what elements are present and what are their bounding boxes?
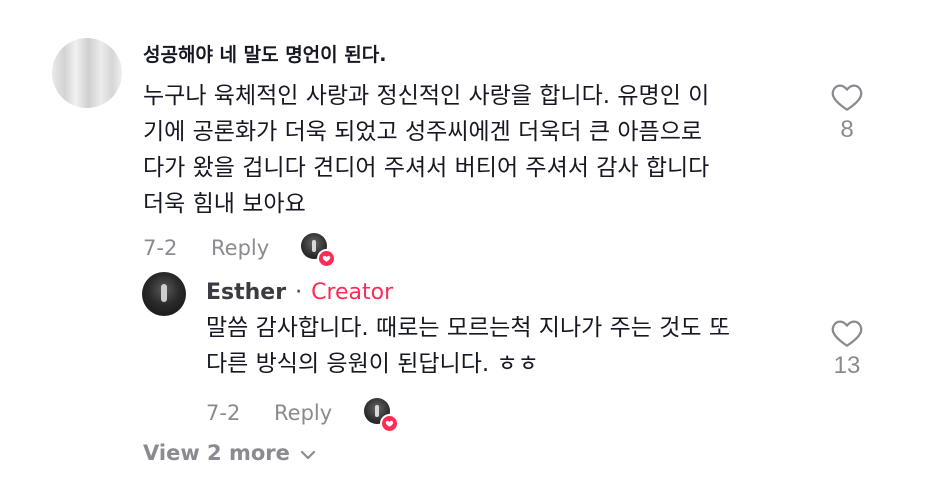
like-button[interactable]: 13 <box>826 318 868 380</box>
reply-header: Esther · Creator <box>206 280 393 305</box>
separator-dot: · <box>295 280 303 305</box>
like-count: 8 <box>840 116 854 143</box>
comment-text-line: 기에 공론화가 더욱 되었고 성주씨에겐 더욱더 큰 아픔으로 <box>143 119 703 145</box>
comment-text: 누구나 육체적인 사랑과 정신적인 사랑을 합니다. 유명인 이 기에 공론화가… <box>143 78 813 222</box>
creator-badge: Creator <box>311 280 394 305</box>
reply-username[interactable]: Esther <box>206 280 286 305</box>
reply-text: 말씀 감사합니다. 때로는 모르는척 지나가 주는 것도 또 다른 방식의 응원… <box>206 310 806 382</box>
like-button[interactable]: 8 <box>826 82 868 144</box>
reply-meta: 7-2 Reply <box>206 398 399 433</box>
comment-text-line: 더욱 힘내 보아요 <box>143 191 306 217</box>
reply-text-line: 다른 방식의 응원이 된답니다. ㅎㅎ <box>206 351 539 377</box>
view-more-replies-button[interactable]: View 2 more <box>143 441 316 465</box>
comment-date: 7-2 <box>143 236 178 260</box>
chevron-down-icon <box>300 441 316 465</box>
reply-button[interactable]: Reply <box>211 236 301 260</box>
comment-text-line: 누구나 육체적인 사랑과 정신적인 사랑을 합니다. 유명인 이 <box>143 83 710 109</box>
heart-outline-icon <box>831 84 863 111</box>
heart-outline-icon <box>831 320 863 347</box>
creator-avatar[interactable] <box>142 272 186 316</box>
commenter-username[interactable]: 성공해야 네 말도 명언이 된다. <box>143 40 386 67</box>
heart-filled-icon <box>380 414 399 433</box>
creator-liked-badge <box>364 398 399 433</box>
creator-liked-badge <box>301 233 336 268</box>
commenter-avatar[interactable] <box>52 38 122 108</box>
reply-date: 7-2 <box>206 401 241 425</box>
comment-meta: 7-2 Reply <box>143 233 336 268</box>
view-more-label: View 2 more <box>143 441 290 465</box>
like-count: 13 <box>833 352 861 379</box>
avatar-figure <box>161 284 167 302</box>
reply-text-line: 말씀 감사합니다. 때로는 모르는척 지나가 주는 것도 또 <box>206 315 731 341</box>
comment-text-line: 다가 왔을 겁니다 견디어 주셔서 버티어 주셔서 감사 합니다 <box>143 155 710 181</box>
reply-button[interactable]: Reply <box>274 401 364 425</box>
heart-filled-icon <box>317 249 336 268</box>
